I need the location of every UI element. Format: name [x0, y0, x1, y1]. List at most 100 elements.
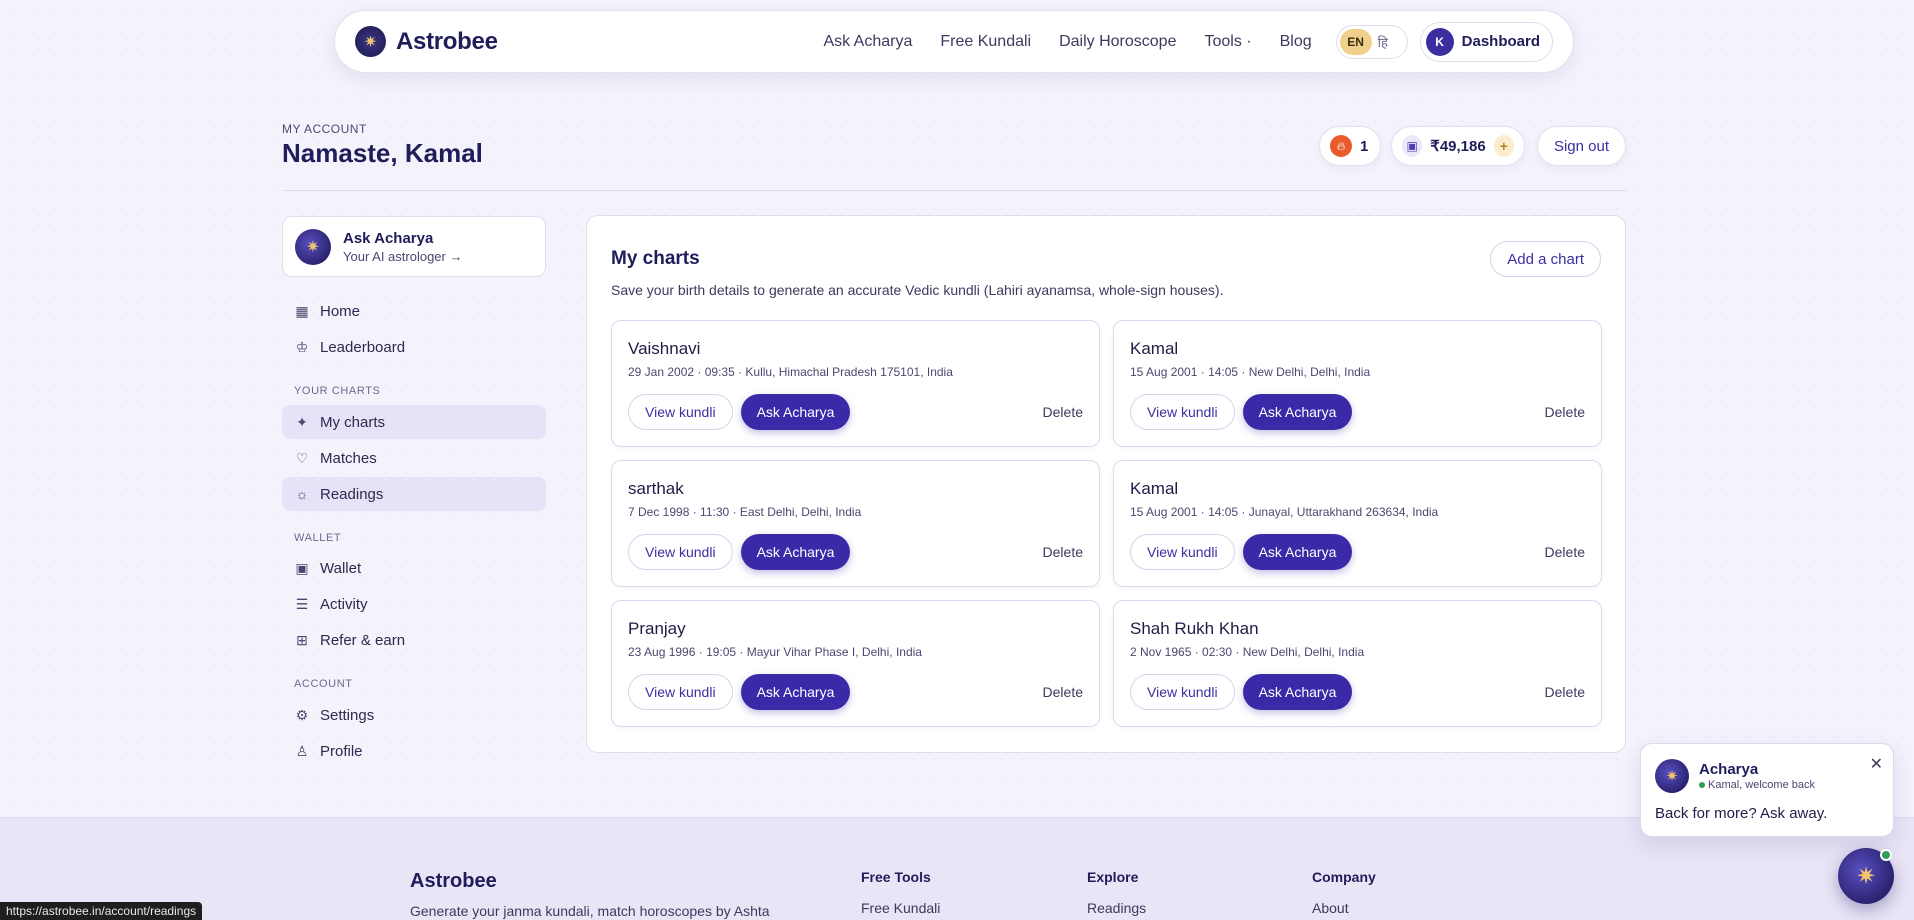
- section-title: My charts: [611, 248, 700, 269]
- sidebar-item-wallet[interactable]: ▣ Wallet: [282, 551, 546, 585]
- sidebar-item-profile[interactable]: ♙ Profile: [282, 734, 546, 768]
- nav-link-tools[interactable]: Tools ·: [1204, 33, 1251, 51]
- lang-en[interactable]: EN: [1339, 28, 1372, 55]
- chart-birth-details: 15 Aug 2001 · 14:05 · New Delhi, Delhi, …: [1130, 365, 1371, 379]
- sidebar-item-matches[interactable]: ♡ Matches: [282, 441, 546, 475]
- delete-button[interactable]: Delete: [1043, 684, 1083, 700]
- chat-status-text: Kamal, welcome back: [1708, 779, 1815, 791]
- nav-link-ask-acharya[interactable]: Ask Acharya: [823, 33, 912, 51]
- ask-acharya-button[interactable]: Ask Acharya: [740, 394, 851, 430]
- heart-icon: ♡: [295, 449, 309, 466]
- ask-acharya-button[interactable]: Ask Acharya: [1242, 534, 1353, 570]
- ask-acharya-title: Ask Acharya: [343, 229, 434, 247]
- chart-name: Pranjay: [628, 619, 686, 638]
- view-kundli-button[interactable]: View kundli: [1130, 534, 1235, 570]
- section-description: Save your birth details to generate an a…: [611, 282, 1224, 298]
- delete-button[interactable]: Delete: [1545, 684, 1585, 700]
- delete-button[interactable]: Delete: [1043, 404, 1083, 420]
- view-kundli-button[interactable]: View kundli: [628, 674, 733, 710]
- sidebar-item-label: Profile: [320, 742, 363, 760]
- delete-button[interactable]: Delete: [1545, 404, 1585, 420]
- chart-card: Kamal 15 Aug 2001 · 14:05 · Junayal, Utt…: [1113, 460, 1602, 587]
- footer-tagline: Generate your janma kundali, match horos…: [410, 903, 770, 919]
- chart-birth-details: 7 Dec 1998 · 11:30 · East Delhi, Delhi, …: [628, 505, 862, 519]
- dashboard-button[interactable]: K Dashboard: [1419, 21, 1553, 62]
- view-kundli-button[interactable]: View kundli: [628, 534, 733, 570]
- trophy-icon: ♔: [295, 338, 309, 355]
- gear-icon: ⚙: [295, 706, 309, 723]
- nav-link-blog[interactable]: Blog: [1280, 33, 1312, 51]
- chart-card: Vaishnavi 29 Jan 2002 · 09:35 · Kullu, H…: [611, 320, 1100, 447]
- sidebar-item-my-charts[interactable]: ✦ My charts: [282, 405, 546, 439]
- ask-acharya-button[interactable]: Ask Acharya: [1242, 394, 1353, 430]
- ask-acharya-button[interactable]: Ask Acharya: [740, 674, 851, 710]
- sidebar-item-home[interactable]: ▦ Home: [282, 294, 546, 328]
- sidebar-item-activity[interactable]: ☰ Activity: [282, 587, 546, 621]
- footer-link-free-kundali[interactable]: Free Kundali: [861, 900, 940, 916]
- view-kundli-button[interactable]: View kundli: [628, 394, 733, 430]
- receipt-icon: ☰: [295, 595, 309, 612]
- view-kundli-button[interactable]: View kundli: [1130, 394, 1235, 430]
- chat-name: Acharya: [1699, 761, 1759, 778]
- sidebar-item-readings[interactable]: ☼ Readings: [282, 477, 546, 511]
- sidebar-item-settings[interactable]: ⚙ Settings: [282, 698, 546, 732]
- chart-card: sarthak 7 Dec 1998 · 11:30 · East Delhi,…: [611, 460, 1100, 587]
- online-dot-icon: [1880, 849, 1892, 861]
- footer-link-readings[interactable]: Readings: [1087, 900, 1146, 916]
- sidebar-item-leaderboard[interactable]: ♔ Leaderboard: [282, 330, 546, 364]
- chart-name: Shah Rukh Khan: [1130, 619, 1259, 638]
- sidebar-section-account: ACCOUNT: [294, 678, 353, 690]
- acharya-orb-icon: ✷: [295, 228, 331, 265]
- acharya-avatar-icon: ✷: [1655, 759, 1689, 793]
- grid-icon: ▦: [295, 302, 309, 319]
- chart-name: Kamal: [1130, 339, 1179, 358]
- sign-out-button[interactable]: Sign out: [1537, 126, 1626, 166]
- ask-acharya-button[interactable]: Ask Acharya: [740, 534, 851, 570]
- sidebar-item-label: Wallet: [320, 559, 362, 577]
- delete-button[interactable]: Delete: [1043, 544, 1083, 560]
- my-charts-panel: My charts Save your birth details to gen…: [586, 215, 1626, 753]
- streak-badge[interactable]: 🔥︎ 1: [1319, 126, 1381, 166]
- brand-name: Astrobee: [396, 27, 498, 55]
- chat-popup[interactable]: ✷ Acharya Kamal, welcome back ✕ Back for…: [1640, 743, 1894, 837]
- sidebar-item-label: My charts: [320, 413, 386, 431]
- footer-heading-company: Company: [1312, 869, 1376, 885]
- add-funds-icon[interactable]: +: [1493, 135, 1514, 157]
- delete-button[interactable]: Delete: [1545, 544, 1585, 560]
- wallet-balance-pill[interactable]: ▣ ₹49,186 +: [1391, 126, 1525, 166]
- chat-message: Back for more? Ask away.: [1655, 805, 1828, 822]
- nav-link-free-kundali[interactable]: Free Kundali: [940, 33, 1031, 51]
- brand[interactable]: ✷ Astrobee: [355, 26, 498, 57]
- language-toggle[interactable]: EN हि: [1335, 24, 1408, 59]
- sidebar-section-charts: YOUR CHARTS: [294, 385, 381, 397]
- footer: Astrobee Generate your janma kundali, ma…: [0, 817, 1914, 920]
- sidebar-section-wallet: WALLET: [294, 532, 342, 544]
- ask-acharya-card[interactable]: ✷ Ask Acharya Your AI astrologer →: [282, 216, 546, 277]
- online-dot-icon: [1699, 782, 1705, 788]
- lang-hi[interactable]: हि: [1378, 33, 1388, 51]
- close-icon[interactable]: ✕: [1870, 754, 1883, 774]
- sun-icon: ☼: [295, 486, 309, 502]
- user-icon: ♙: [295, 742, 309, 759]
- wallet-icon: ▣: [295, 559, 309, 576]
- nav-link-daily-horoscope[interactable]: Daily Horoscope: [1059, 33, 1176, 51]
- sidebar-item-label: Home: [320, 302, 361, 320]
- divider: [282, 190, 1626, 191]
- ask-acharya-button[interactable]: Ask Acharya: [1242, 674, 1353, 710]
- view-kundli-button[interactable]: View kundli: [1130, 674, 1235, 710]
- chart-birth-details: 2 Nov 1965 · 02:30 · New Delhi, Delhi, I…: [1130, 645, 1365, 659]
- ask-acharya-subtitle: Your AI astrologer →: [343, 248, 463, 264]
- account-eyebrow: MY ACCOUNT: [282, 122, 367, 136]
- add-chart-button[interactable]: Add a chart: [1490, 241, 1601, 277]
- dashboard-label: Dashboard: [1461, 33, 1540, 50]
- sparkle-icon: ✦: [296, 413, 308, 430]
- browser-status-bar: https://astrobee.in/account/readings: [0, 902, 203, 920]
- sidebar-item-label: Readings: [320, 485, 384, 503]
- footer-link-about[interactable]: About: [1312, 900, 1349, 916]
- streak-count: 1: [1360, 137, 1369, 155]
- chart-name: Kamal: [1130, 479, 1179, 498]
- chart-name: sarthak: [628, 479, 684, 498]
- chart-card: Shah Rukh Khan 2 Nov 1965 · 02:30 · New …: [1113, 600, 1602, 727]
- sidebar-item-refer[interactable]: ⊞ Refer & earn: [282, 623, 546, 657]
- gift-icon: ⊞: [296, 631, 308, 648]
